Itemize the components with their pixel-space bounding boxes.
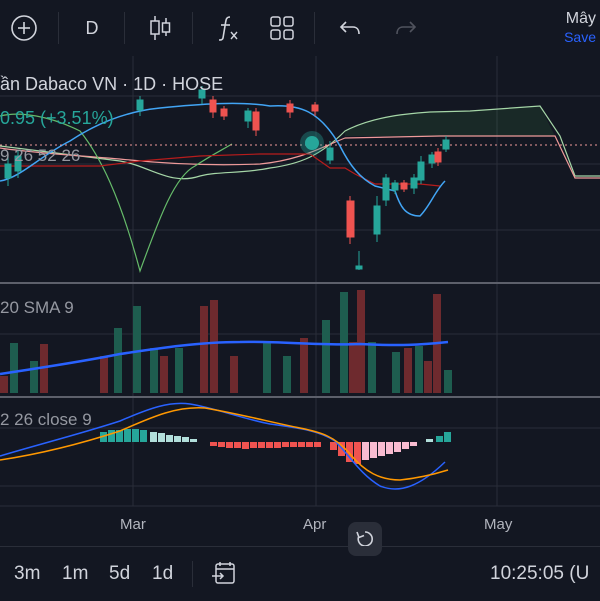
price-change-label: 0.95 (+3.51%) <box>0 108 114 128</box>
range-3m-button[interactable]: 3m <box>14 563 40 585</box>
bottom-divider <box>192 561 193 587</box>
redo-icon <box>396 21 417 35</box>
save-button[interactable]: Save <box>564 29 596 45</box>
range-5d-button[interactable]: 5d <box>109 563 130 585</box>
macd-legend[interactable]: 2 26 close 9 <box>0 410 92 430</box>
chart-type-button[interactable] <box>140 8 180 48</box>
ichimoku-cloud <box>345 106 555 136</box>
cloud-label: Mây <box>565 10 596 27</box>
time-axis-label: May <box>484 516 513 533</box>
toolbar-divider <box>192 12 193 44</box>
interval-button[interactable]: D <box>72 8 112 48</box>
time-axis-label: Apr <box>303 516 327 533</box>
indicators-button[interactable] <box>208 8 248 48</box>
clock-label[interactable]: 10:25:05 (U <box>490 563 589 585</box>
toolbar-divider <box>124 12 125 44</box>
toolbar-divider <box>314 12 315 44</box>
grid-icon <box>270 16 294 40</box>
status-dot-inner <box>305 136 319 150</box>
undo-icon <box>339 21 360 35</box>
calendar-arrow-icon <box>212 562 235 584</box>
save-area[interactable]: Mây Save <box>564 10 596 45</box>
add-symbol-button[interactable] <box>4 8 44 48</box>
go-to-date-button[interactable] <box>204 553 244 593</box>
redo-button[interactable] <box>386 8 426 48</box>
ichimoku-legend[interactable]: 9 26 52 26 <box>0 146 80 166</box>
volume-sma-line <box>0 340 449 376</box>
plus-circle-icon <box>11 15 37 41</box>
top-toolbar: D Mây Save <box>0 0 600 56</box>
function-icon <box>218 16 238 41</box>
interval-label: D <box>85 17 99 38</box>
time-axis-label: Mar <box>120 516 146 533</box>
toolbar-divider <box>58 12 59 44</box>
market-status-dot[interactable] <box>300 131 324 155</box>
macd-histogram <box>100 429 451 464</box>
bottom-toolbar: 3m 1m 5d 1d 10:25:05 (U <box>0 546 600 601</box>
candlestick-icon <box>150 16 171 40</box>
range-1d-button[interactable]: 1d <box>152 563 173 585</box>
chart-area[interactable]: ần Dabaco VN · 1D · HOSE 0.95 (+3.51%) 9… <box>0 56 600 556</box>
lagging-span <box>0 113 233 273</box>
undo-button[interactable] <box>330 8 370 48</box>
symbol-legend[interactable]: ần Dabaco VN · 1D · HOSE <box>0 74 223 95</box>
range-1m-button[interactable]: 1m <box>62 563 88 585</box>
volume-legend[interactable]: 20 SMA 9 <box>0 298 74 318</box>
layout-button[interactable] <box>262 8 302 48</box>
